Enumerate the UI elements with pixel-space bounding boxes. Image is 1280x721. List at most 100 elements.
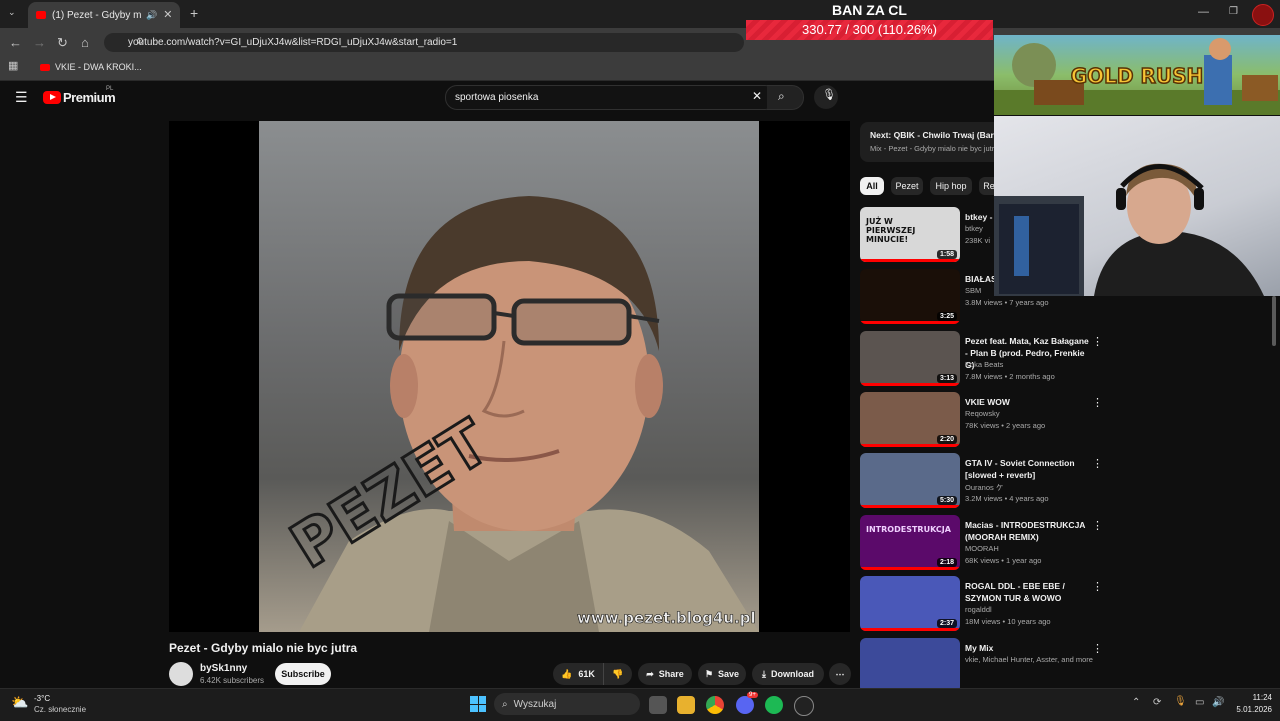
youtube-logo-icon[interactable] bbox=[43, 91, 61, 104]
share-label: Share bbox=[658, 669, 684, 679]
new-tab-icon[interactable]: + bbox=[190, 6, 198, 20]
more-options-icon[interactable]: ⋮ bbox=[1092, 519, 1103, 532]
related-meta: 18M views • 10 years ago bbox=[965, 617, 1051, 626]
weather-temp[interactable]: -3°C bbox=[34, 694, 50, 703]
video-artwork[interactable]: PEZET www.pezet.blog4u.pl bbox=[259, 121, 759, 632]
webcam-overlay bbox=[994, 116, 1280, 296]
chip-hip-hop[interactable]: Hip hop bbox=[930, 177, 972, 195]
menu-icon[interactable]: ☰ bbox=[15, 90, 28, 104]
youtube-logo-text[interactable]: Premium bbox=[63, 90, 116, 105]
save-button[interactable]: ⚑ Save bbox=[698, 663, 746, 685]
related-thumbnail[interactable]: 3:25 bbox=[860, 269, 960, 324]
voice-search-button[interactable]: 🎙 bbox=[814, 85, 838, 109]
chip-pezet[interactable]: Pezet bbox=[891, 177, 923, 195]
watermark-text: www.pezet.blog4u.pl bbox=[577, 609, 756, 627]
related-thumbnail[interactable]: 3:13 bbox=[860, 331, 960, 386]
game-banner: GOLD RUSH bbox=[994, 35, 1280, 115]
related-channel[interactable]: Koka Beats bbox=[965, 360, 1003, 369]
search-clear-icon[interactable]: ✕ bbox=[752, 90, 762, 102]
dislike-button[interactable]: 👎 bbox=[603, 663, 632, 685]
share-button[interactable]: ➦ Share bbox=[638, 663, 692, 685]
bookmark-item[interactable]: VKIE - DWA KROKI... bbox=[40, 62, 142, 72]
webcam-art bbox=[994, 163, 1264, 296]
chrome-icon[interactable] bbox=[706, 696, 724, 714]
like-button[interactable]: 👍 61K bbox=[553, 663, 603, 685]
related-channel[interactable]: btkey bbox=[965, 224, 983, 233]
up-next-panel[interactable]: Next: QBIK - Chwilo Trwaj (Barti B Mix -… bbox=[860, 122, 1007, 162]
taskbar-search-icon: ⌕ bbox=[502, 698, 508, 710]
reload-icon[interactable]: ↻ bbox=[57, 36, 68, 49]
more-actions-button[interactable]: ⋯ bbox=[829, 663, 851, 685]
window-minimize-icon[interactable]: — bbox=[1198, 7, 1209, 18]
forward-icon[interactable]: → bbox=[33, 36, 46, 49]
related-thumbnail[interactable]: INTRODESTRUKCJA 2:18 bbox=[860, 515, 960, 570]
volume-icon[interactable]: 🔊 bbox=[1212, 698, 1224, 708]
channel-name[interactable]: bySk1nny bbox=[200, 663, 247, 674]
browser-tab[interactable]: (1) Pezet - Gdyby mialo nie 🔊 ✕ bbox=[28, 2, 180, 28]
task-view-icon[interactable] bbox=[649, 696, 667, 714]
search-button[interactable]: ⌕ bbox=[767, 85, 804, 110]
discord-icon[interactable] bbox=[736, 696, 754, 714]
more-options-icon[interactable]: ⋮ bbox=[1092, 580, 1103, 593]
related-title[interactable]: ROGAL DDL - EBE EBE / SZYMON TUR & WOWO bbox=[965, 580, 1090, 604]
channel-avatar[interactable] bbox=[169, 662, 193, 686]
related-channel[interactable]: Ouranos ケ bbox=[965, 482, 1003, 493]
more-options-icon[interactable]: ⋮ bbox=[1092, 396, 1103, 409]
file-explorer-icon[interactable] bbox=[677, 696, 695, 714]
thumbs-up-icon: 👍 bbox=[561, 668, 573, 679]
related-thumbnail[interactable]: 5:30 bbox=[860, 453, 960, 508]
thumbnail-text: JUŻ W PIERWSZEJ MINUCIE! bbox=[866, 217, 916, 244]
share-icon: ➦ bbox=[646, 668, 654, 679]
thumbs-down-icon: 👎 bbox=[612, 668, 624, 679]
related-thumbnail[interactable]: 2:37 bbox=[860, 576, 960, 631]
tray-sync-icon[interactable]: ⟳ bbox=[1153, 698, 1161, 708]
subscribe-button[interactable]: Subscribe bbox=[275, 663, 331, 685]
tab-close-icon[interactable]: ✕ bbox=[163, 9, 172, 21]
watched-progress bbox=[860, 567, 960, 570]
download-icon: ⤓ bbox=[762, 668, 766, 679]
profile-avatar[interactable] bbox=[1252, 4, 1274, 26]
site-info-icon[interactable]: ⚙ bbox=[136, 37, 144, 46]
related-thumbnail[interactable] bbox=[860, 638, 960, 693]
related-meta: 7.8M views • 2 months ago bbox=[965, 372, 1055, 381]
more-options-icon[interactable]: ⋮ bbox=[1092, 457, 1103, 470]
related-title[interactable]: Macias - INTRODESTRUKCJA (MOORAH REMIX) bbox=[965, 519, 1090, 543]
window-restore-icon[interactable]: ❐ bbox=[1229, 7, 1238, 17]
clock-time[interactable]: 11:24 bbox=[1240, 693, 1272, 702]
related-channel[interactable]: rogalddl bbox=[965, 605, 992, 614]
search-input[interactable]: sportowa piosenka ✕ bbox=[445, 85, 777, 110]
clock-date[interactable]: 5.01.2026 bbox=[1224, 705, 1272, 714]
related-channel[interactable]: Reqowsky bbox=[965, 409, 1000, 418]
taskbar-search[interactable]: ⌕ Wyszukaj bbox=[494, 693, 640, 715]
start-button[interactable] bbox=[470, 696, 486, 712]
related-thumbnail[interactable]: JUŻ W PIERWSZEJ MINUCIE! 1:58 bbox=[860, 207, 960, 262]
spotify-icon[interactable] bbox=[765, 696, 783, 714]
related-title[interactable]: My Mix bbox=[965, 642, 1090, 654]
chip-all[interactable]: All bbox=[860, 177, 884, 195]
microphone-tray-icon[interactable]: 🎙 bbox=[1174, 697, 1187, 707]
related-channel[interactable]: MOORAH bbox=[965, 544, 999, 553]
ban-title: BAN ZA CL bbox=[832, 2, 907, 18]
related-title[interactable]: GTA IV - Soviet Connection [slowed + rev… bbox=[965, 457, 1090, 481]
related-thumbnail[interactable]: 2:20 bbox=[860, 392, 960, 447]
display-icon[interactable]: ▭ bbox=[1195, 698, 1204, 708]
weather-icon[interactable]: ⛅ bbox=[11, 694, 28, 711]
address-bar[interactable]: ⚙ youtube.com/watch?v=GI_uDjuXJ4w&list=R… bbox=[104, 33, 744, 52]
weather-desc[interactable]: Cz. słonecznie bbox=[34, 705, 86, 714]
home-icon[interactable]: ⌂ bbox=[81, 36, 89, 49]
more-options-icon[interactable]: ⋮ bbox=[1092, 642, 1103, 655]
apps-grid-icon[interactable]: ▦ bbox=[8, 61, 18, 72]
download-button[interactable]: ⤓ Download bbox=[752, 663, 824, 685]
back-icon[interactable]: ← bbox=[9, 36, 22, 49]
obs-icon[interactable] bbox=[794, 696, 814, 716]
related-title[interactable]: VKIE WOW bbox=[965, 396, 1090, 408]
related-channel[interactable]: vkie, Michael Hunter, Asster, and more bbox=[965, 655, 1093, 664]
sidebar-scrollbar[interactable] bbox=[1272, 296, 1276, 346]
tray-chevron-icon[interactable]: ⌃ bbox=[1132, 698, 1140, 708]
related-channel[interactable]: SBM bbox=[965, 286, 981, 295]
tab-audio-icon[interactable]: 🔊 bbox=[146, 10, 157, 20]
tab-search-icon[interactable]: ⌄ bbox=[8, 8, 16, 17]
more-options-icon[interactable]: ⋮ bbox=[1092, 335, 1103, 348]
microphone-icon: 🎙 bbox=[822, 89, 836, 101]
related-meta: 238K vi bbox=[965, 236, 991, 245]
